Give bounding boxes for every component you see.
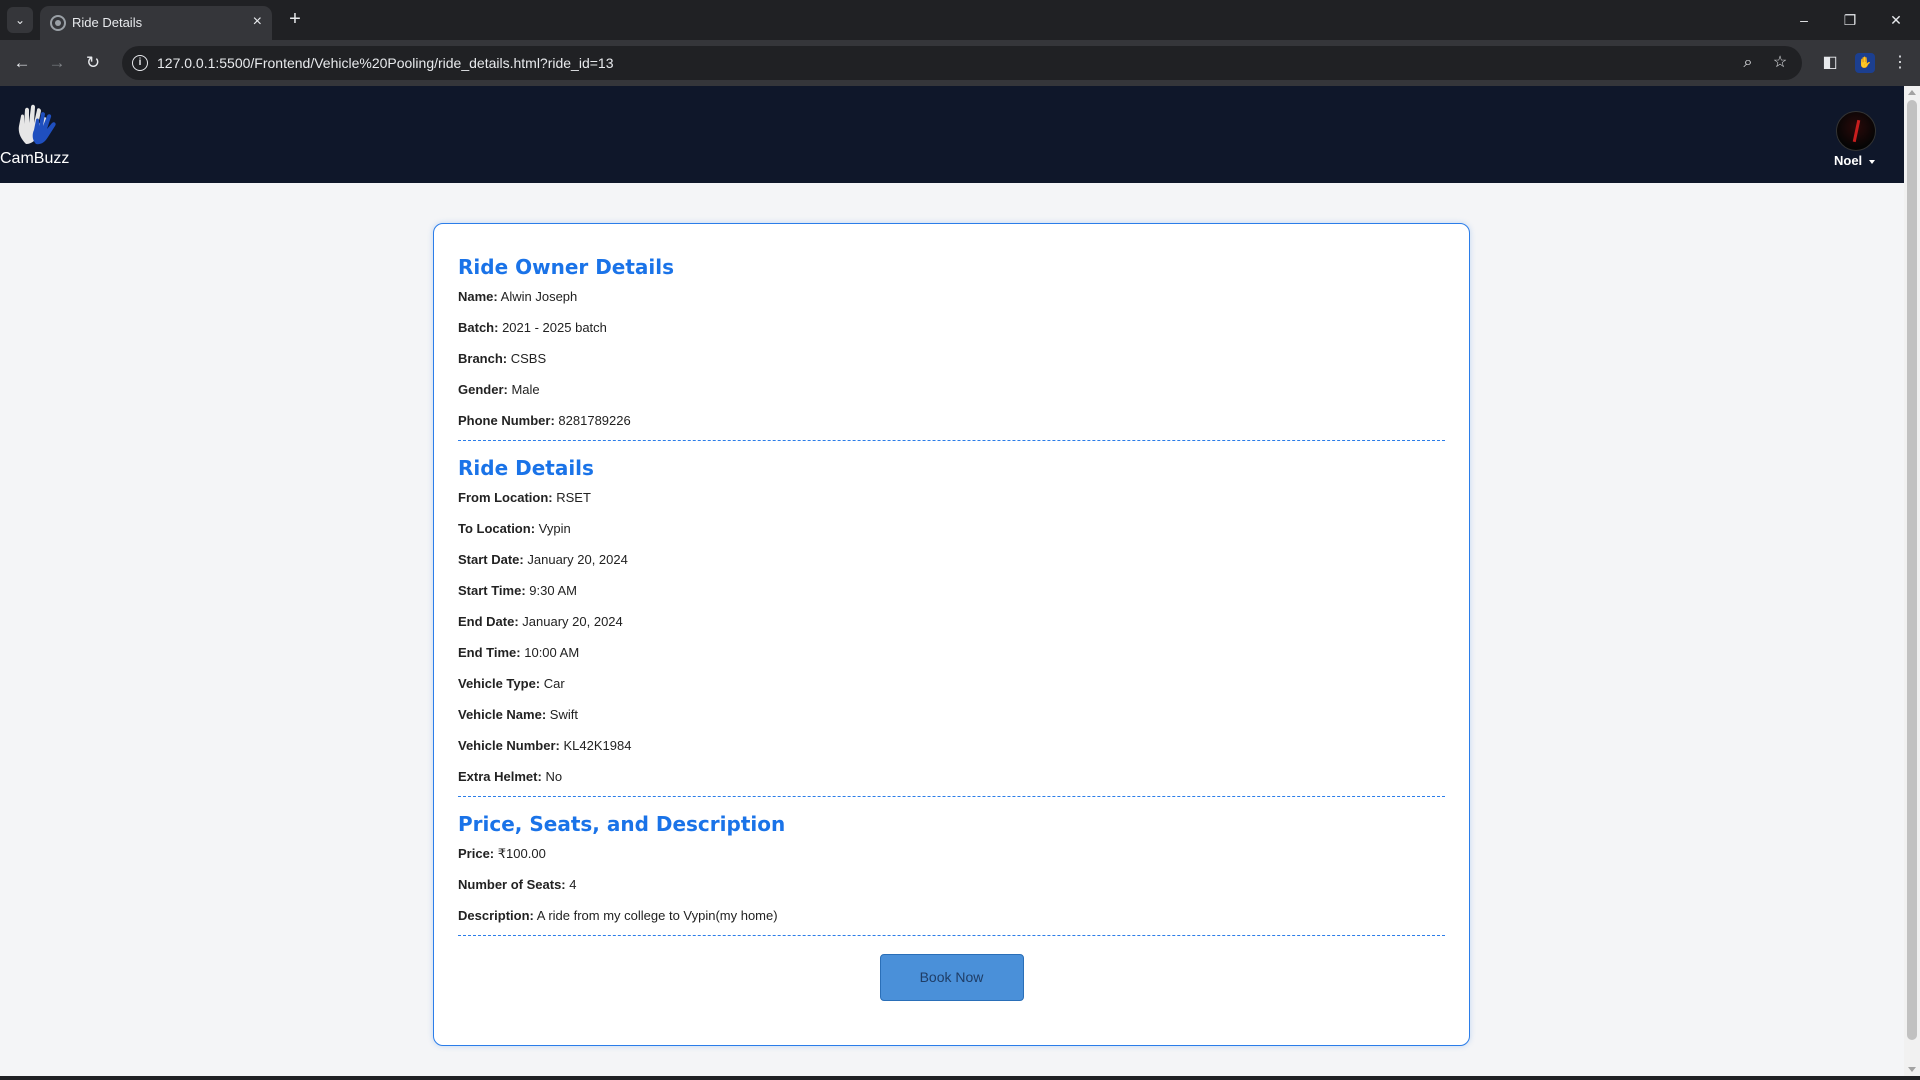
field-label: Phone Number:: [458, 413, 555, 428]
field-value: ₹100.00: [497, 846, 546, 861]
field-label: Gender:: [458, 382, 508, 397]
field-value: Car: [543, 676, 565, 691]
caret-down-icon[interactable]: [1869, 160, 1875, 164]
price-field: Price: ₹100.00: [458, 841, 1445, 872]
field-value: 4: [569, 877, 577, 892]
field-value: 8281789226: [558, 413, 631, 428]
section-divider: [458, 935, 1445, 936]
field-value: RSET: [556, 490, 591, 505]
field-label: Extra Helmet:: [458, 769, 542, 784]
book-now-button[interactable]: Book Now: [879, 954, 1024, 1001]
field-label: Name:: [458, 289, 498, 304]
field-label: End Date:: [458, 614, 519, 629]
brand-name: CamBuzz: [0, 150, 70, 167]
field-label: Vehicle Number:: [458, 738, 560, 753]
field-label: Description:: [458, 908, 534, 923]
side-panel-icon[interactable]: ◧: [1818, 51, 1842, 75]
owner-phone-field: Phone Number: 8281789226: [458, 408, 1445, 439]
field-value: Male: [511, 382, 540, 397]
owner-branch-field: Branch: CSBS: [458, 346, 1445, 377]
field-value: Vypin: [538, 521, 571, 536]
start-date-field: Start Date: January 20, 2024: [458, 547, 1445, 578]
field-value: Swift: [549, 707, 578, 722]
from-location-field: From Location: RSET: [458, 485, 1445, 516]
forward-icon[interactable]: →: [45, 51, 69, 75]
ride-section-title: Ride Details: [458, 456, 594, 480]
site-info-icon[interactable]: i: [132, 55, 148, 71]
tab-search-icon[interactable]: ⌄: [7, 7, 33, 33]
field-label: Vehicle Name:: [458, 707, 547, 722]
vehicle-number-field: Vehicle Number: KL42K1984: [458, 733, 1445, 764]
extra-helmet-field: Extra Helmet: No: [458, 764, 1445, 795]
owner-batch-field: Batch: 2021 - 2025 batch: [458, 315, 1445, 346]
back-icon[interactable]: ←: [10, 51, 34, 75]
field-label: Start Date:: [458, 552, 524, 567]
reload-icon[interactable]: ↻: [81, 51, 105, 75]
zoom-icon[interactable]: ⌕: [1738, 53, 1758, 73]
user-name[interactable]: Noel: [1834, 153, 1862, 168]
end-date-field: End Date: January 20, 2024: [458, 609, 1445, 640]
field-value: Alwin Joseph: [500, 289, 578, 304]
bookmark-star-icon[interactable]: ☆: [1770, 53, 1790, 73]
user-menu[interactable]: Noel: [1828, 111, 1884, 171]
owner-gender-field: Gender: Male: [458, 377, 1445, 408]
browser-toolbar: ← → ↻ i 127.0.0.1:5500/Frontend/Vehicle%…: [0, 40, 1920, 86]
description-field: Description: A ride from my college to V…: [458, 903, 1445, 934]
owner-section-title: Ride Owner Details: [458, 255, 675, 279]
restore-icon[interactable]: ❐: [1838, 8, 1862, 32]
new-tab-icon[interactable]: +: [282, 7, 308, 33]
address-bar[interactable]: i 127.0.0.1:5500/Frontend/Vehicle%20Pool…: [122, 46, 1802, 80]
minimize-icon[interactable]: –: [1792, 8, 1816, 32]
browser-tabstrip: ⌄ Ride Details × + – ❐ ✕: [0, 0, 1920, 40]
ride-details-card: Ride Owner Details Name: Alwin Joseph Ba…: [433, 223, 1470, 1046]
field-value: No: [545, 769, 563, 784]
window-bottom-edge: [0, 1076, 1920, 1080]
field-label: Branch:: [458, 351, 508, 366]
seats-field: Number of Seats: 4: [458, 872, 1445, 903]
field-label: To Location:: [458, 521, 536, 536]
site-header: CamBuzz Noel: [0, 86, 1904, 183]
field-value: 2021 - 2025 batch: [502, 320, 607, 335]
tab-close-icon[interactable]: ×: [253, 13, 262, 31]
field-value: 9:30 AM: [529, 583, 577, 598]
field-value: CSBS: [510, 351, 547, 366]
to-location-field: To Location: Vypin: [458, 516, 1445, 547]
scroll-up-icon[interactable]: [1908, 90, 1916, 95]
field-value: A ride from my college to Vypin(my home): [536, 908, 778, 923]
section-divider: [458, 440, 1445, 441]
field-value: 10:00 AM: [524, 645, 580, 660]
page-scrollbar[interactable]: [1904, 86, 1920, 1076]
window-close-icon[interactable]: ✕: [1884, 8, 1908, 32]
field-label: From Location:: [458, 490, 553, 505]
site-logo[interactable]: CamBuzz: [0, 102, 72, 172]
owner-name-field: Name: Alwin Joseph: [458, 284, 1445, 315]
start-time-field: Start Time: 9:30 AM: [458, 578, 1445, 609]
scroll-down-icon[interactable]: [1908, 1067, 1916, 1072]
field-value: KL42K1984: [563, 738, 632, 753]
vehicle-type-field: Vehicle Type: Car: [458, 671, 1445, 702]
hand-logo-icon: [18, 104, 56, 145]
field-label: Vehicle Type:: [458, 676, 541, 691]
book-button-wrap: Book Now: [458, 954, 1445, 1001]
field-label: Start Time:: [458, 583, 526, 598]
field-value: January 20, 2024: [527, 552, 628, 567]
end-time-field: End Time: 10:00 AM: [458, 640, 1445, 671]
extension-icon[interactable]: ✋: [1855, 53, 1875, 73]
globe-icon: [50, 15, 66, 31]
avatar[interactable]: [1836, 111, 1876, 151]
field-label: Batch:: [458, 320, 499, 335]
field-label: Price:: [458, 846, 495, 861]
scroll-thumb[interactable]: [1907, 100, 1917, 1040]
tab-title: Ride Details: [72, 15, 143, 30]
vehicle-name-field: Vehicle Name: Swift: [458, 702, 1445, 733]
page-viewport: CamBuzz Noel Ride Owner Details Name: Al…: [0, 86, 1904, 1076]
pricing-section-title: Price, Seats, and Description: [458, 812, 786, 836]
field-label: Number of Seats:: [458, 877, 566, 892]
field-value: January 20, 2024: [522, 614, 623, 629]
field-label: End Time:: [458, 645, 521, 660]
browser-tab[interactable]: Ride Details ×: [40, 6, 272, 40]
url-text[interactable]: 127.0.0.1:5500/Frontend/Vehicle%20Poolin…: [157, 55, 614, 71]
browser-menu-icon[interactable]: ⋮: [1888, 51, 1912, 75]
section-divider: [458, 796, 1445, 797]
